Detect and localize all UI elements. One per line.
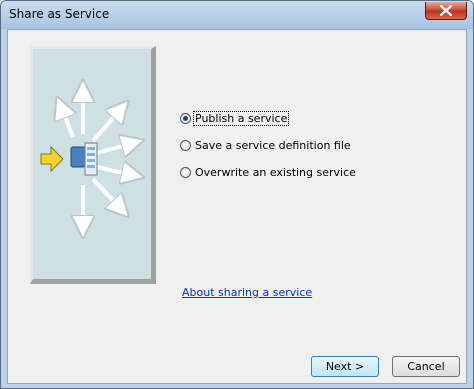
- close-icon: [440, 5, 452, 16]
- about-sharing-link[interactable]: About sharing a service: [182, 286, 312, 299]
- dialog-content: Publish a service Save a service definit…: [7, 29, 467, 384]
- share-service-icon: [40, 49, 151, 279]
- window-title: Share as Service: [9, 7, 110, 21]
- radio-save-definition[interactable]: [180, 139, 191, 151]
- option-label: Save a service definition file: [195, 138, 351, 152]
- close-button[interactable]: [425, 2, 467, 20]
- option-label: Publish a service: [192, 110, 290, 126]
- option-label: Overwrite an existing service: [195, 165, 356, 179]
- option-publish-service[interactable]: Publish a service: [180, 110, 290, 126]
- next-button[interactable]: Next >: [311, 356, 379, 377]
- radio-publish-service[interactable]: [180, 112, 191, 124]
- option-overwrite-service[interactable]: Overwrite an existing service: [180, 164, 357, 180]
- cancel-button[interactable]: Cancel: [392, 356, 460, 377]
- share-service-illustration: [30, 46, 156, 284]
- option-save-definition[interactable]: Save a service definition file: [180, 137, 352, 153]
- title-bar[interactable]: Share as Service: [1, 1, 473, 29]
- dialog-window: Share as Service Publish a service Save …: [0, 0, 474, 389]
- radio-overwrite-service[interactable]: [180, 166, 191, 178]
